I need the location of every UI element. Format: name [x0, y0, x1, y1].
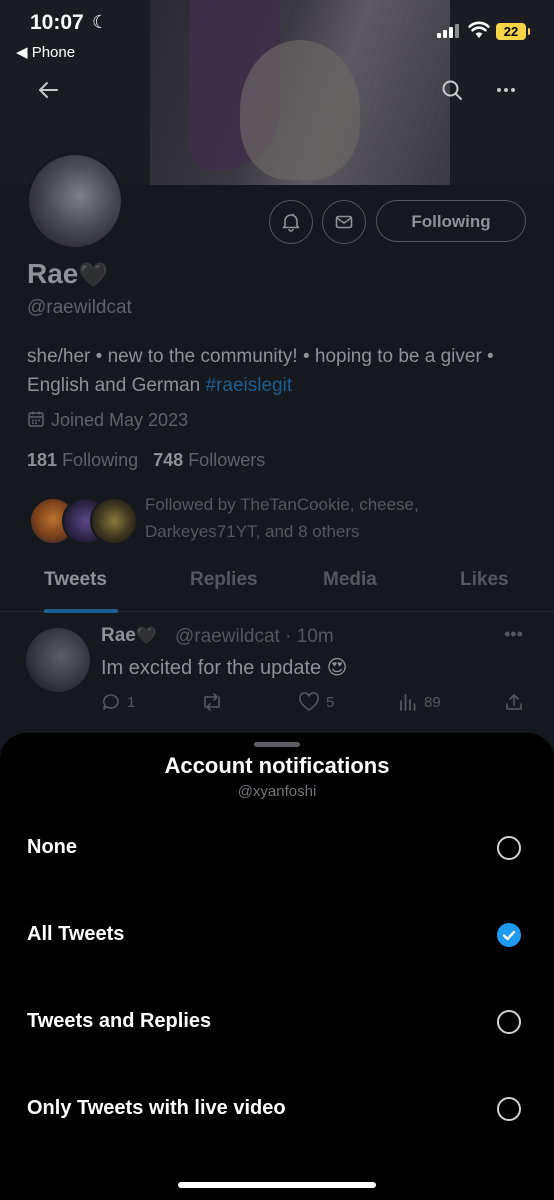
option-label: Tweets and Replies: [27, 1010, 212, 1032]
radio-unchecked-icon[interactable]: [497, 1097, 521, 1121]
checkmark-icon: [502, 930, 516, 941]
option-live-video[interactable]: Only Tweets with live video: [0, 1081, 554, 1141]
sheet-subtitle: @xyanfoshi: [237, 783, 317, 800]
radio-unchecked-icon[interactable]: [497, 1010, 521, 1034]
home-indicator[interactable]: [178, 1182, 376, 1188]
option-tweets-and-replies[interactable]: Tweets and Replies: [0, 994, 554, 1054]
notifications-bottom-sheet: Account notifications @xyanfoshi None Al…: [0, 733, 554, 1200]
radio-unchecked-icon[interactable]: [497, 836, 521, 860]
option-label: All Tweets: [27, 923, 125, 945]
radio-checked-icon[interactable]: [497, 923, 521, 947]
sheet-grabber[interactable]: [254, 742, 300, 747]
option-label: Only Tweets with live video: [27, 1097, 286, 1119]
sheet-title: Account notifications: [164, 753, 390, 778]
option-all-tweets[interactable]: All Tweets: [0, 907, 554, 967]
option-none[interactable]: None: [0, 820, 554, 880]
option-label: None: [27, 836, 77, 858]
